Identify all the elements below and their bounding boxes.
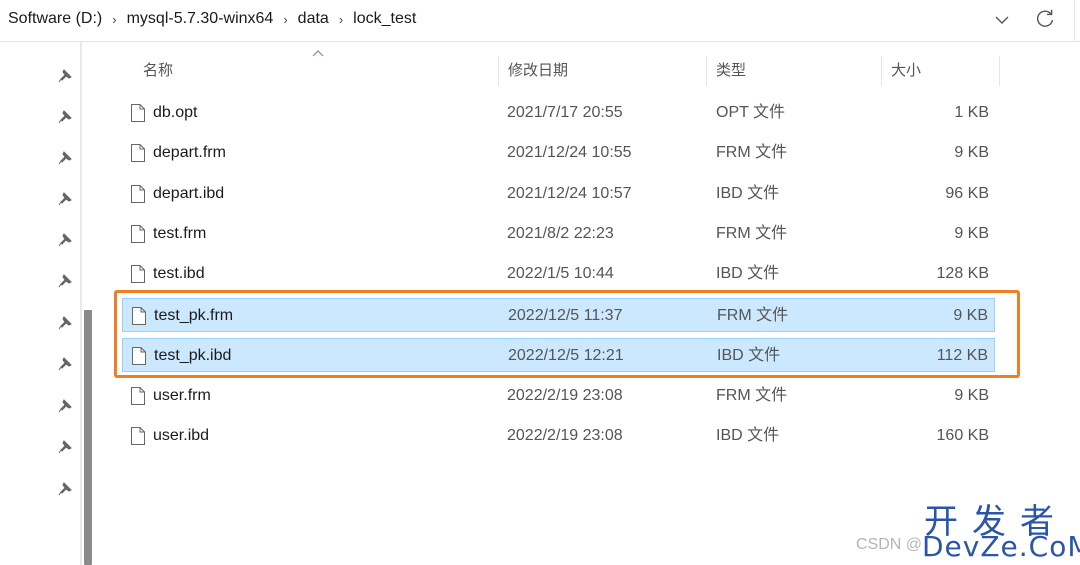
pin-icon[interactable] bbox=[58, 357, 72, 371]
watermark-csdn: CSDN @ bbox=[856, 536, 923, 553]
address-bar[interactable]: Software (D:) › mysql-5.7.30-winx64 › da… bbox=[0, 0, 1080, 42]
file-type: FRM 文件 bbox=[716, 225, 788, 242]
file-row[interactable]: db.opt 2021/7/17 20:55 OPT 文件 1 KB bbox=[122, 96, 995, 130]
navigation-scrollbar-thumb[interactable] bbox=[84, 310, 92, 565]
file-size: 96 KB bbox=[945, 185, 989, 202]
file-date: 2022/12/5 12:21 bbox=[508, 347, 624, 364]
pin-icon[interactable] bbox=[58, 440, 72, 454]
column-divider[interactable] bbox=[881, 56, 882, 86]
column-divider[interactable] bbox=[706, 56, 707, 86]
column-header-size[interactable]: 大小 bbox=[891, 56, 921, 86]
file-date: 2021/8/2 22:23 bbox=[507, 225, 614, 242]
file-size: 128 KB bbox=[936, 265, 989, 282]
pin-icon[interactable] bbox=[58, 110, 72, 124]
file-icon bbox=[132, 307, 146, 325]
file-icon bbox=[131, 427, 145, 445]
pin-icon[interactable] bbox=[58, 482, 72, 496]
breadcrumb-separator[interactable]: › bbox=[112, 12, 116, 27]
file-size: 9 KB bbox=[954, 225, 989, 242]
breadcrumb-separator[interactable]: › bbox=[339, 12, 343, 27]
file-row[interactable]: depart.frm 2021/12/24 10:55 FRM 文件 9 KB bbox=[122, 136, 995, 170]
file-type: IBD 文件 bbox=[717, 347, 781, 364]
file-type: IBD 文件 bbox=[716, 265, 780, 282]
breadcrumb-item-drive[interactable]: Software (D:) bbox=[8, 10, 102, 28]
file-type: IBD 文件 bbox=[716, 185, 780, 202]
breadcrumb-item-lock-test[interactable]: lock_test bbox=[353, 10, 416, 28]
file-type: FRM 文件 bbox=[716, 387, 788, 404]
file-row[interactable]: test.frm 2021/8/2 22:23 FRM 文件 9 KB bbox=[122, 217, 995, 251]
column-header-name[interactable]: 名称 bbox=[143, 56, 173, 86]
navigation-pane bbox=[0, 42, 80, 565]
file-name: depart.ibd bbox=[153, 185, 225, 202]
file-date: 2021/7/17 20:55 bbox=[507, 104, 623, 121]
file-date: 2021/12/24 10:57 bbox=[507, 185, 632, 202]
file-name: test_pk.ibd bbox=[154, 347, 232, 364]
file-type: FRM 文件 bbox=[717, 307, 789, 324]
breadcrumb-item-data[interactable]: data bbox=[298, 10, 329, 28]
file-size: 1 KB bbox=[954, 104, 989, 121]
column-divider[interactable] bbox=[498, 56, 499, 86]
address-divider bbox=[1074, 0, 1075, 42]
file-name: db.opt bbox=[153, 104, 198, 121]
file-size: 9 KB bbox=[953, 307, 988, 324]
file-icon bbox=[131, 387, 145, 405]
file-date: 2021/12/24 10:55 bbox=[507, 144, 632, 161]
file-row-selected[interactable]: test_pk.frm 2022/12/5 11:37 FRM 文件 9 KB bbox=[122, 298, 995, 332]
file-name: test.frm bbox=[153, 225, 207, 242]
file-size: 112 KB bbox=[936, 347, 988, 364]
refresh-icon[interactable] bbox=[1034, 8, 1056, 30]
breadcrumb-separator[interactable]: › bbox=[283, 12, 287, 27]
file-date: 2022/2/19 23:08 bbox=[507, 427, 623, 444]
pin-icon[interactable] bbox=[58, 316, 72, 330]
file-name: test.ibd bbox=[153, 265, 205, 282]
breadcrumb-item-mysql[interactable]: mysql-5.7.30-winx64 bbox=[127, 10, 274, 28]
file-icon bbox=[131, 225, 145, 243]
file-name: user.frm bbox=[153, 387, 211, 404]
file-row[interactable]: test.ibd 2022/1/5 10:44 IBD 文件 128 KB bbox=[122, 257, 995, 291]
file-size: 9 KB bbox=[954, 387, 989, 404]
column-header-type[interactable]: 类型 bbox=[716, 56, 746, 86]
pin-icon[interactable] bbox=[58, 192, 72, 206]
file-row-selected[interactable]: test_pk.ibd 2022/12/5 12:21 IBD 文件 112 K… bbox=[122, 338, 995, 372]
column-divider[interactable] bbox=[999, 56, 1000, 86]
file-size: 9 KB bbox=[954, 144, 989, 161]
watermark-english: DevZe.CoM bbox=[922, 530, 1080, 563]
file-icon bbox=[131, 144, 145, 162]
file-icon bbox=[132, 347, 146, 365]
file-size: 160 KB bbox=[936, 427, 989, 444]
breadcrumb: Software (D:) › mysql-5.7.30-winx64 › da… bbox=[8, 10, 416, 28]
file-date: 2022/2/19 23:08 bbox=[507, 387, 623, 404]
file-name: depart.frm bbox=[153, 144, 226, 161]
file-type: OPT 文件 bbox=[716, 104, 786, 121]
pin-icon[interactable] bbox=[58, 233, 72, 247]
pin-icon[interactable] bbox=[58, 399, 72, 413]
file-type: FRM 文件 bbox=[716, 144, 788, 161]
file-name: test_pk.frm bbox=[154, 307, 234, 324]
pin-icon[interactable] bbox=[58, 151, 72, 165]
pin-icon[interactable] bbox=[58, 69, 72, 83]
file-icon bbox=[131, 265, 145, 283]
file-icon bbox=[131, 185, 145, 203]
file-date: 2022/1/5 10:44 bbox=[507, 265, 614, 282]
chevron-down-icon[interactable] bbox=[992, 10, 1012, 30]
file-name: user.ibd bbox=[153, 427, 210, 444]
file-date: 2022/12/5 11:37 bbox=[508, 307, 623, 324]
column-header-date[interactable]: 修改日期 bbox=[508, 56, 568, 86]
file-row[interactable]: user.frm 2022/2/19 23:08 FRM 文件 9 KB bbox=[122, 379, 995, 413]
file-row[interactable]: depart.ibd 2021/12/24 10:57 IBD 文件 96 KB bbox=[122, 177, 995, 211]
pin-icon[interactable] bbox=[58, 274, 72, 288]
sort-up-icon bbox=[312, 50, 324, 57]
file-row[interactable]: user.ibd 2022/2/19 23:08 IBD 文件 160 KB bbox=[122, 419, 995, 453]
file-icon bbox=[131, 104, 145, 122]
navigation-scrollbar-track[interactable] bbox=[80, 42, 82, 565]
file-type: IBD 文件 bbox=[716, 427, 780, 444]
